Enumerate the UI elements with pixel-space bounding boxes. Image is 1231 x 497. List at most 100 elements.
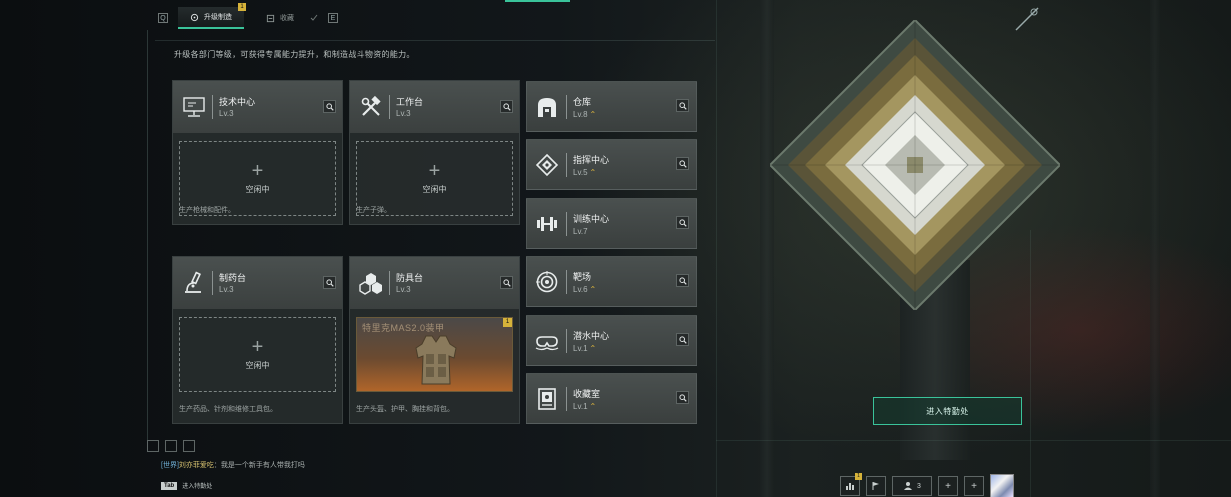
tab-label: 升级制造 — [204, 14, 232, 21]
level-text: Lv.1 — [573, 344, 588, 353]
card-level: Lv.3 — [219, 285, 234, 294]
card-shooting-range[interactable]: 靶场 Lv.6 ⌃ — [526, 256, 697, 307]
plus-icon: + — [428, 159, 441, 182]
friends-button[interactable]: 3 — [892, 476, 932, 496]
search-icon[interactable] — [676, 157, 689, 170]
flag-button[interactable] — [866, 476, 886, 496]
bottom-toolbar: 1 3 + + — [840, 473, 1014, 497]
search-icon[interactable] — [676, 333, 689, 346]
card-header: 工作台 Lv.3 — [350, 81, 519, 133]
search-icon[interactable] — [323, 100, 336, 113]
search-icon[interactable] — [500, 100, 513, 113]
card-level: Lv.8 ⌃ — [573, 110, 596, 119]
card-level: Lv.3 — [396, 109, 411, 118]
card-name: 防具台 — [396, 273, 424, 283]
computer-icon — [181, 94, 207, 120]
armor-parts-icon — [358, 270, 384, 296]
divider — [389, 271, 390, 295]
card-level: Lv.6 ⌃ — [573, 285, 596, 294]
tab-upgrade-craft[interactable]: 升级制造 1 — [178, 3, 246, 29]
chat-message[interactable]: [世界]刘亦菲爱吃：我是一个新手有人带我打吗 — [161, 460, 305, 470]
card-warehouse[interactable]: 仓库 Lv.8 ⌃ — [526, 81, 697, 132]
tab-badge: 1 — [238, 3, 246, 11]
bar-chart-icon — [846, 483, 854, 490]
card-pharmacy[interactable]: 制药台 Lv.3 + 空闲中 生产药品、针剂和维修工具包。 — [172, 256, 343, 424]
divider — [566, 387, 567, 411]
card-footer: 生产药品、针剂和维修工具包。 — [179, 406, 277, 413]
card-training-center[interactable]: 训练中心 Lv.7 — [526, 198, 697, 249]
divider — [212, 271, 213, 295]
tab-hint[interactable]: Tab 进入特勤处 — [161, 481, 212, 490]
slot-status: 空闲中 — [245, 184, 270, 194]
craft-slot-empty[interactable]: + 空闲中 — [179, 317, 336, 392]
microscope-icon — [181, 270, 207, 296]
card-level: Lv.1 ⌃ — [573, 402, 596, 411]
card-armor-bench[interactable]: 防具台 Lv.3 特里克MAS2.0装甲 1 生产头盔、护甲、胸挂和背包。 — [349, 256, 520, 424]
divider — [566, 329, 567, 353]
flag-icon — [872, 482, 879, 490]
enter-special-ops-button[interactable]: 进入特勤处 — [873, 397, 1022, 425]
card-name: 训练中心 — [573, 214, 610, 224]
card-tech-center[interactable]: 技术中心 Lv.3 + 空闲中 生产枪械和配件。 — [172, 80, 343, 225]
hammer-wrench-icon — [358, 94, 384, 120]
card-header: 防具台 Lv.3 — [350, 257, 519, 309]
card-footer: 生产子弹。 — [356, 207, 391, 214]
upgrade-arrow-icon: ⌃ — [589, 402, 597, 411]
card-diving-center[interactable]: 潜水中心 Lv.1 ⌃ — [526, 315, 697, 366]
search-icon[interactable] — [323, 276, 336, 289]
ranking-badge: 1 — [855, 473, 862, 480]
add-button[interactable]: + — [938, 476, 958, 496]
plus-icon: + — [971, 480, 977, 492]
friends-count: 3 — [917, 482, 921, 490]
search-icon[interactable] — [676, 274, 689, 287]
level-text: Lv.5 — [573, 168, 588, 177]
craft-icon — [190, 13, 199, 21]
card-name: 制药台 — [219, 273, 247, 283]
plus-icon: + — [945, 480, 951, 492]
upgrade-arrow-icon: ⌃ — [589, 168, 597, 177]
search-icon[interactable] — [676, 391, 689, 404]
search-icon[interactable] — [500, 276, 513, 289]
card-level: Lv.7 — [573, 227, 588, 236]
divider — [566, 212, 567, 236]
card-name: 工作台 — [396, 97, 424, 107]
base-cube-model — [768, 18, 1062, 312]
collection-check-icon — [310, 14, 318, 21]
display-case-icon — [534, 386, 560, 412]
card-footer: 生产枪械和配件。 — [179, 207, 235, 214]
card-level: Lv.1 ⌃ — [573, 344, 596, 353]
card-workbench[interactable]: 工作台 Lv.3 + 空闲中 生产子弹。 — [349, 80, 520, 225]
satellite-dish-icon — [1012, 4, 1042, 39]
corner-marker — [183, 440, 195, 452]
card-collection-room[interactable]: 收藏室 Lv.1 ⌃ — [526, 373, 697, 424]
add-button[interactable]: + — [964, 476, 984, 496]
prev-tab-key[interactable]: Q — [158, 13, 168, 23]
card-header: 技术中心 Lv.3 — [173, 81, 342, 133]
tab-collection[interactable]: 收藏 — [254, 7, 306, 29]
search-icon[interactable] — [676, 99, 689, 112]
craft-slot-armor-item[interactable]: 特里克MAS2.0装甲 1 — [356, 317, 513, 392]
next-tab-key[interactable]: E — [328, 13, 338, 23]
divider — [389, 95, 390, 119]
top-accent-line — [505, 0, 570, 2]
tab-hint-label: 进入特勤处 — [182, 484, 213, 490]
card-level: Lv.3 — [396, 285, 411, 294]
card-name: 技术中心 — [219, 97, 256, 107]
upgrade-arrow-icon: ⌃ — [589, 344, 597, 353]
corner-marker — [165, 440, 177, 452]
chat-text: ：我是一个新手有人带我打吗 — [213, 462, 305, 469]
card-footer: 生产头盔、护甲、胸挂和背包。 — [356, 406, 454, 413]
search-icon[interactable] — [676, 216, 689, 229]
avatar[interactable] — [990, 474, 1014, 497]
top-nav: Q 升级制造 1 收藏 E — [158, 3, 338, 30]
level-text: Lv.8 — [573, 110, 588, 119]
tab-label: 收藏 — [280, 15, 294, 22]
card-name: 潜水中心 — [573, 331, 610, 341]
card-name: 仓库 — [573, 97, 592, 107]
slot-status: 空闲中 — [245, 360, 270, 370]
frame-line-vertical — [147, 30, 148, 450]
ranking-button[interactable]: 1 — [840, 473, 862, 496]
command-diamond-icon — [534, 152, 560, 178]
target-icon — [534, 269, 560, 295]
card-command-center[interactable]: 指挥中心 Lv.5 ⌃ — [526, 139, 697, 190]
